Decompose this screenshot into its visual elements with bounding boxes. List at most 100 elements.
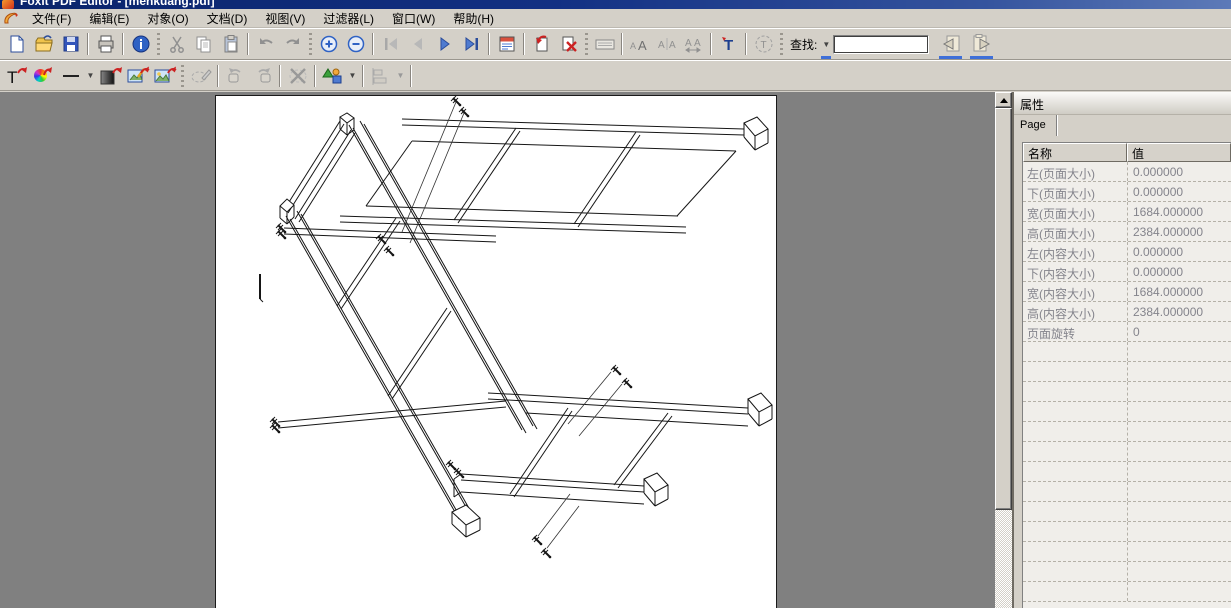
toolbar-standard: AA AA AA T T 查找: ▼ (0, 28, 1231, 60)
print-icon[interactable] (92, 31, 119, 57)
save-icon[interactable] (57, 31, 84, 57)
toolbar-separator (279, 65, 281, 87)
app-icon (2, 0, 14, 9)
property-value[interactable]: 1684.000000 (1127, 202, 1231, 221)
edit-object-icon[interactable] (187, 63, 214, 89)
add-color-object-icon[interactable] (30, 63, 57, 89)
chevron-down-icon: ▼ (821, 40, 831, 49)
toolbar-separator (87, 33, 89, 55)
line-style-icon[interactable] (57, 63, 84, 89)
menu-item-3[interactable]: 文档(D) (198, 8, 257, 29)
toolbar-grip[interactable] (585, 33, 588, 55)
document-window-icon[interactable] (3, 11, 19, 26)
add-text-icon[interactable]: T (715, 31, 742, 57)
property-value[interactable]: 0.000000 (1127, 262, 1231, 281)
last-page-icon[interactable] (458, 31, 485, 57)
toolbar-grip[interactable] (780, 33, 783, 55)
table-row: 宽(页面大小)1684.000000 (1023, 202, 1231, 222)
vertical-scrollbar[interactable] (995, 92, 1012, 608)
text-circle-icon[interactable]: T (750, 31, 777, 57)
find-next-icon[interactable] (968, 31, 995, 57)
toolbar-separator (372, 33, 374, 55)
find-input[interactable] (833, 35, 929, 54)
toolbar-grip[interactable] (309, 33, 312, 55)
zoom-in-icon[interactable] (315, 31, 342, 57)
paste-icon[interactable] (217, 31, 244, 57)
add-text-object-icon[interactable]: T (3, 63, 30, 89)
find-prev-icon[interactable] (937, 31, 964, 57)
menu-item-0[interactable]: 文件(F) (23, 8, 80, 29)
new-icon[interactable] (3, 31, 30, 57)
first-page-icon[interactable] (377, 31, 404, 57)
svg-text:T: T (760, 40, 766, 51)
document-page[interactable] (215, 95, 777, 608)
table-row: 高(内容大小)2384.000000 (1023, 302, 1231, 322)
property-value[interactable]: 0.000000 (1127, 182, 1231, 201)
undo-icon[interactable] (252, 31, 279, 57)
column-header-value: 值 (1127, 143, 1231, 162)
delete-object-icon[interactable] (284, 63, 311, 89)
align-dropdown[interactable]: ▼ (394, 63, 407, 89)
rotate-right-icon[interactable] (249, 63, 276, 89)
menu-item-2[interactable]: 对象(O) (138, 8, 197, 29)
menu-items: 文件(F)编辑(E)对象(O)文档(D)视图(V)过滤器(L)窗口(W)帮助(H… (23, 8, 503, 29)
app-window: Foxit PDF Editor - [menkuang.pdf] 文件(F)编… (0, 0, 1231, 608)
line-style-dropdown[interactable]: ▼ (84, 63, 97, 89)
font-size-icon[interactable]: AA (626, 31, 653, 57)
property-name: 宽(页面大小) (1023, 202, 1127, 221)
shapes-icon[interactable] (319, 63, 346, 89)
keyboard-icon[interactable] (591, 31, 618, 57)
cut-icon[interactable] (163, 31, 190, 57)
table-row: 左(内容大小)0.000000 (1023, 242, 1231, 262)
copy-icon[interactable] (190, 31, 217, 57)
table-row-empty (1023, 362, 1231, 382)
shapes-dropdown[interactable]: ▼ (346, 63, 359, 89)
add-image-icon[interactable] (151, 63, 178, 89)
tab-page[interactable]: Page (1014, 115, 1057, 136)
add-shape-icon[interactable] (97, 63, 124, 89)
menu-item-5[interactable]: 过滤器(L) (314, 8, 383, 29)
property-value[interactable]: 0 (1127, 322, 1231, 341)
edit-image-icon[interactable] (124, 63, 151, 89)
chevron-down-icon: ▼ (348, 71, 358, 80)
properties-table: 名称 值 左(页面大小)0.000000下(页面大小)0.000000宽(页面大… (1022, 142, 1231, 608)
toolbar-grip[interactable] (181, 65, 184, 87)
align-icon[interactable] (367, 63, 394, 89)
table-row-empty (1023, 422, 1231, 442)
menu-item-1[interactable]: 编辑(E) (80, 8, 138, 29)
property-value[interactable]: 0.000000 (1127, 162, 1231, 181)
toolbar-separator (122, 33, 124, 55)
property-value[interactable]: 0.000000 (1127, 242, 1231, 261)
font-width-icon[interactable]: AA (680, 31, 707, 57)
next-page-icon[interactable] (431, 31, 458, 57)
svg-text:A: A (638, 38, 647, 53)
prev-page-icon[interactable] (404, 31, 431, 57)
property-value[interactable]: 1684.000000 (1127, 282, 1231, 301)
table-header: 名称 值 (1023, 143, 1231, 162)
scrollbar-thumb[interactable] (995, 108, 1012, 510)
property-value[interactable]: 2384.000000 (1127, 222, 1231, 241)
toolbar-objects: T ▼ ▼ ▼ (0, 60, 1231, 91)
table-row-empty (1023, 542, 1231, 562)
rotate-left-icon[interactable] (222, 63, 249, 89)
page-delete-icon[interactable] (555, 31, 582, 57)
property-value[interactable]: 2384.000000 (1127, 302, 1231, 321)
open-icon[interactable] (30, 31, 57, 57)
page-form-icon[interactable] (493, 31, 520, 57)
menu-item-4[interactable]: 视图(V) (256, 8, 314, 29)
scroll-up-button[interactable] (995, 92, 1012, 108)
menu-item-7[interactable]: 帮助(H) (444, 8, 503, 29)
find-dropdown[interactable]: ▼ (819, 31, 833, 57)
info-icon[interactable] (127, 31, 154, 57)
font-pair-icon[interactable]: AA (653, 31, 680, 57)
toolbar-grip[interactable] (157, 33, 160, 55)
zoom-out-icon[interactable] (342, 31, 369, 57)
table-row: 宽(内容大小)1684.000000 (1023, 282, 1231, 302)
menu-item-6[interactable]: 窗口(W) (383, 8, 444, 29)
svg-text:T: T (724, 37, 733, 54)
page-rotate-icon[interactable] (528, 31, 555, 57)
toolbar-separator (247, 33, 249, 55)
redo-icon[interactable] (279, 31, 306, 57)
find-label: 查找: (790, 36, 817, 53)
property-name: 左(内容大小) (1023, 242, 1127, 261)
